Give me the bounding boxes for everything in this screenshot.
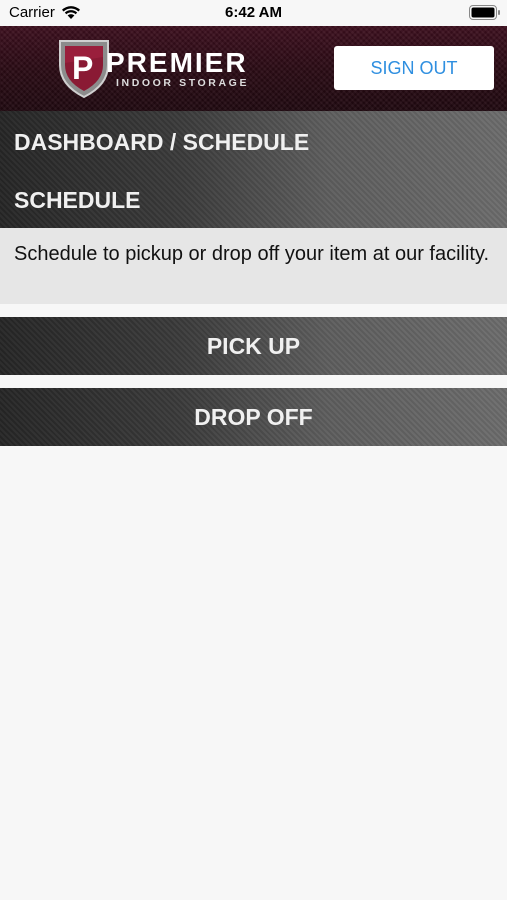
drop-off-button[interactable]: DROP OFF xyxy=(0,388,507,446)
app-header: P PREMIER INDOOR STORAGE SIGN OUT xyxy=(0,26,507,111)
pick-up-button[interactable]: PICK UP xyxy=(0,317,507,375)
logo-subtitle: INDOOR STORAGE xyxy=(116,77,250,89)
premier-logo: P PREMIER INDOOR STORAGE xyxy=(56,37,296,99)
sign-out-button[interactable]: SIGN OUT xyxy=(334,46,494,90)
battery-icon xyxy=(469,5,500,20)
description-box: Schedule to pickup or drop off your item… xyxy=(0,228,507,304)
shield-icon: P xyxy=(59,40,109,99)
status-bar: Carrier 6:42 AM xyxy=(0,0,507,26)
clock: 6:42 AM xyxy=(225,4,282,21)
svg-text:P: P xyxy=(72,50,93,86)
page-title: SCHEDULE xyxy=(14,187,141,213)
logo-name: PREMIER xyxy=(106,47,248,78)
schedule-description: Schedule to pickup or drop off your item… xyxy=(14,243,490,265)
breadcrumb: DASHBOARD / SCHEDULE xyxy=(14,129,310,155)
breadcrumb-bar: DASHBOARD / SCHEDULE SCHEDULE xyxy=(0,111,507,228)
